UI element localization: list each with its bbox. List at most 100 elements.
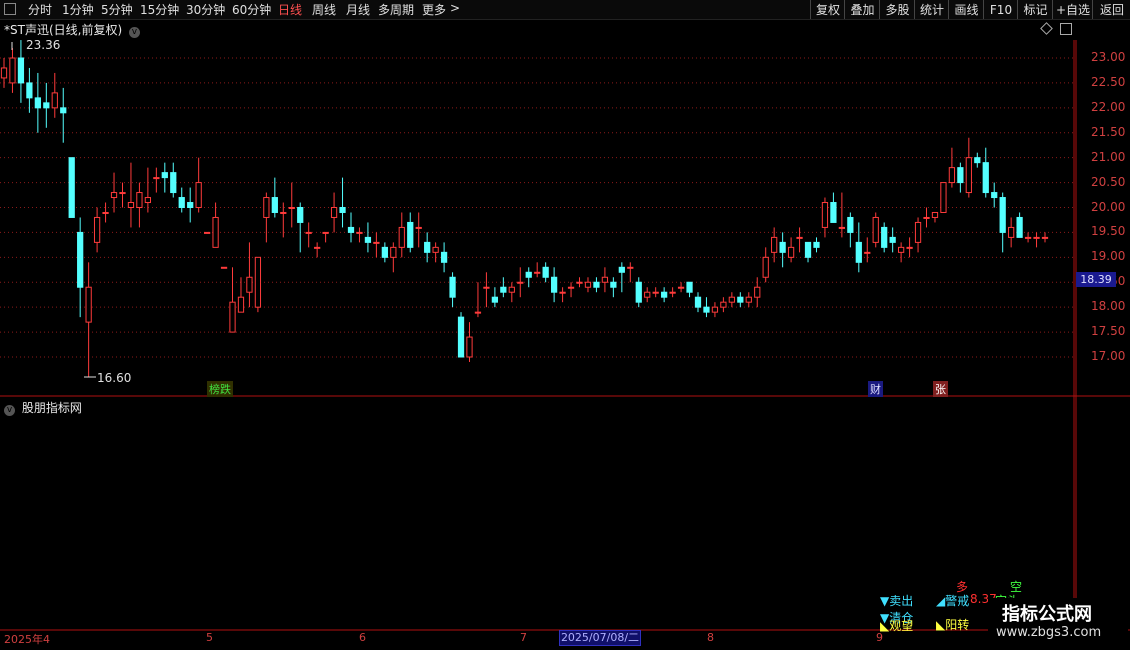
tab-period-3[interactable]: 15分钟 [140,1,179,18]
candle-67 [567,282,575,298]
layout-icon[interactable] [1060,23,1072,35]
candle-body [974,157,981,164]
f10-button[interactable]: F10 [983,0,1018,19]
tab-period-10[interactable]: 更多 [422,1,446,18]
candle-65 [550,267,558,303]
candle-body [694,296,702,308]
tab-period-9[interactable]: 多周期 [378,1,414,18]
candle-123 [1041,232,1049,243]
high-price-label: 23.36 [26,38,61,52]
back-button[interactable]: 返回 [1092,0,1130,19]
candle-body [906,246,913,249]
candle-50 [424,232,431,263]
candle-body [593,281,600,288]
event-badge-finance[interactable]: 财 [868,381,883,397]
event-badge-list[interactable]: 榜跌 [207,381,233,397]
candle-17 [144,167,152,213]
candle-body [864,251,871,254]
candle-40 [339,177,346,228]
candle-53 [449,272,456,308]
candle-10 [85,262,92,377]
window-menu-icon[interactable] [4,3,16,15]
candle-34 [288,182,295,228]
candle-body [161,172,168,179]
candle-12 [102,202,109,223]
candle-body [728,296,735,303]
candle-97 [821,197,829,238]
overlay-button[interactable]: 叠加 [844,0,880,19]
price-tick-11: 22.50 [1091,74,1126,89]
candle-113 [957,162,964,193]
candle-body [110,192,118,199]
candle-body [474,311,482,314]
chevron-down-icon[interactable]: v [128,27,140,38]
event-badge-rise[interactable]: 张 [933,381,948,397]
candle-body [1008,226,1015,238]
candle-body [771,236,778,253]
candle-61 [517,267,524,298]
candle-27 [229,267,236,333]
add-watchlist-button[interactable]: +自选 [1052,0,1093,19]
signal-yang: ◣阳转 [936,618,970,632]
candle-86 [728,292,735,308]
tab-period-5[interactable]: 60分钟 [232,1,271,18]
mark-button[interactable]: 标记 [1017,0,1053,19]
candle-body [813,241,820,248]
multi-stock-button[interactable]: 多股 [879,0,915,19]
candle-82 [694,292,702,313]
candle-body [550,276,558,293]
candle-body [779,241,786,253]
date-tick-3: 7 [520,631,527,644]
candle-89 [754,277,761,308]
candle-body [754,286,761,298]
candle-body [542,266,549,278]
candle-28 [237,277,245,313]
candle-body [669,291,676,294]
draw-line-button[interactable]: 画线 [948,0,984,19]
candle-body [280,211,287,214]
candle-43 [364,222,372,253]
chevron-down-icon[interactable]: v [4,405,15,416]
stats-button[interactable]: 统计 [914,0,949,19]
candle-body [26,82,33,99]
candle-body [466,336,473,358]
candle-body [170,172,177,194]
candle-5 [43,82,50,128]
tab-period-8[interactable]: 月线 [346,1,370,18]
candle-body [635,281,642,303]
candle-93 [787,237,795,263]
tab-period-6[interactable]: 日线 [278,1,302,18]
candle-body [661,291,668,298]
candle-body [339,207,346,213]
candle-92 [779,232,786,268]
candle-104 [881,222,888,253]
tab-period-2[interactable]: 5分钟 [101,1,133,18]
candle-112 [948,147,956,188]
tab-period-0[interactable]: 分时 [28,1,52,18]
candle-116 [982,147,989,198]
candle-body [34,97,41,109]
tab-period-7[interactable]: 周线 [312,1,336,18]
more-chevron-icon[interactable]: > [450,1,460,15]
tab-period-1[interactable]: 1分钟 [62,1,94,18]
candle-84 [711,302,719,318]
candle-90 [762,247,769,283]
candle-23 [195,157,202,213]
candle-body [508,286,515,293]
candle-body [610,281,617,288]
candle-26 [220,266,228,269]
candle-body [999,197,1006,233]
fuquan-button[interactable]: 复权 [810,0,845,19]
candle-body [407,221,414,248]
candle-2 [17,40,25,103]
candle-body [762,256,769,278]
candle-body [517,281,524,284]
candle-75 [635,277,642,308]
candle-body [119,192,126,195]
tab-period-4[interactable]: 30分钟 [186,1,225,18]
candle-body [948,167,956,184]
candle-32 [271,177,278,218]
candle-body [627,266,634,269]
candle-51 [432,242,439,263]
kline-chart[interactable] [0,20,1130,650]
